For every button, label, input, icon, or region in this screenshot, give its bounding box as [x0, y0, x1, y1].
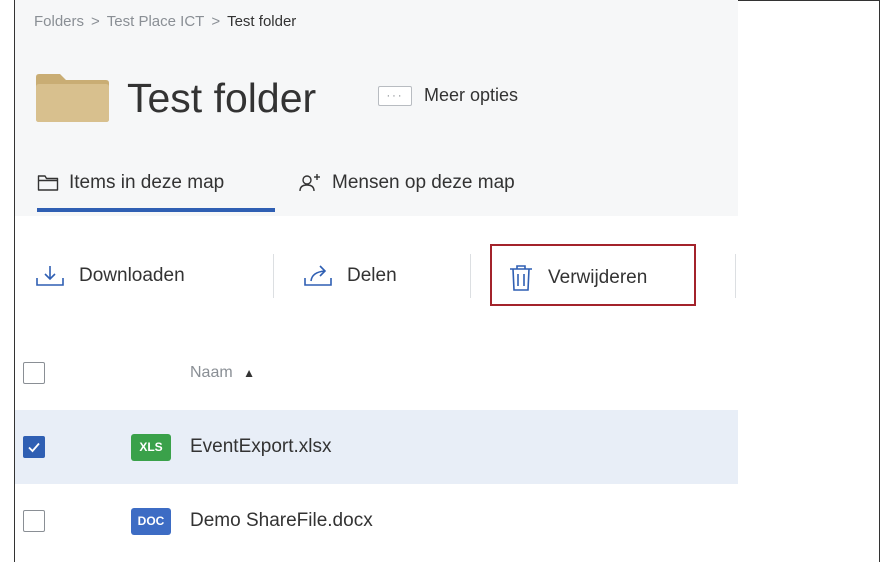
breadcrumb: Folders > Test Place ICT > Test folder [34, 13, 296, 30]
xls-file-icon: XLS [131, 433, 171, 461]
share-button[interactable]: Delen [303, 264, 397, 288]
list-header-row: Naam ▲ [15, 336, 738, 410]
sort-ascending-icon: ▲ [243, 366, 256, 380]
trash-icon [510, 265, 532, 291]
delete-button[interactable]: Verwijderen [508, 264, 647, 292]
tab-people-label: Mensen op deze map [332, 172, 515, 193]
file-name[interactable]: Demo ShareFile.docx [190, 510, 373, 532]
active-tab-indicator [37, 208, 275, 212]
breadcrumb-item-current: Test folder [227, 13, 297, 30]
folder-icon [36, 74, 109, 122]
toolbar-divider [470, 254, 471, 298]
doc-file-icon: DOC [131, 507, 171, 535]
action-toolbar: Downloaden Delen Verwijderen [15, 216, 738, 336]
tab-items-label: Items in deze map [69, 172, 225, 193]
tab-items-in-folder[interactable]: Items in deze map [37, 172, 224, 194]
checkmark-icon [28, 442, 40, 453]
name-column-header[interactable]: Naam ▲ [190, 364, 255, 382]
breadcrumb-item-folders[interactable]: Folders [34, 13, 84, 30]
file-name[interactable]: EventExport.xlsx [190, 436, 332, 458]
breadcrumb-item-test-place-ict[interactable]: Test Place ICT [107, 13, 205, 30]
select-all-checkbox[interactable] [23, 362, 45, 384]
add-person-icon [299, 174, 320, 192]
toolbar-divider [273, 254, 274, 298]
table-row[interactable]: XLS EventExport.xlsx [15, 410, 738, 484]
download-button[interactable]: Downloaden [35, 264, 185, 288]
breadcrumb-separator: > [91, 13, 100, 30]
more-options-label: Meer opties [424, 85, 519, 105]
file-list: Naam ▲ XLS EventExport.xlsx DOC Demo Sha… [15, 336, 738, 562]
breadcrumb-separator: > [211, 13, 221, 30]
toolbar-divider [735, 254, 736, 298]
file-browser: Folders > Test Place ICT > Test folder Test … [15, 0, 738, 562]
page-title: Test folder [127, 75, 317, 121]
table-row[interactable]: DOC Demo ShareFile.docx [15, 484, 738, 558]
name-column-label: Naam [190, 364, 233, 381]
row-checkbox[interactable] [23, 436, 45, 458]
more-options-button[interactable]: ··· Meer opties [378, 85, 518, 106]
more-dots-icon: ··· [378, 85, 412, 106]
download-label: Downloaden [79, 265, 185, 286]
share-icon [304, 265, 332, 286]
tab-people-on-folder[interactable]: Mensen op deze map [298, 172, 515, 194]
delete-label: Verwijderen [548, 267, 648, 288]
row-checkbox[interactable] [23, 510, 45, 532]
frame-top-border [738, 0, 880, 1]
folder-header: Folders > Test Place ICT > Test folder Test … [15, 0, 738, 216]
download-icon [36, 266, 64, 286]
folder-outline-icon [37, 175, 59, 191]
share-label: Delen [347, 265, 397, 286]
